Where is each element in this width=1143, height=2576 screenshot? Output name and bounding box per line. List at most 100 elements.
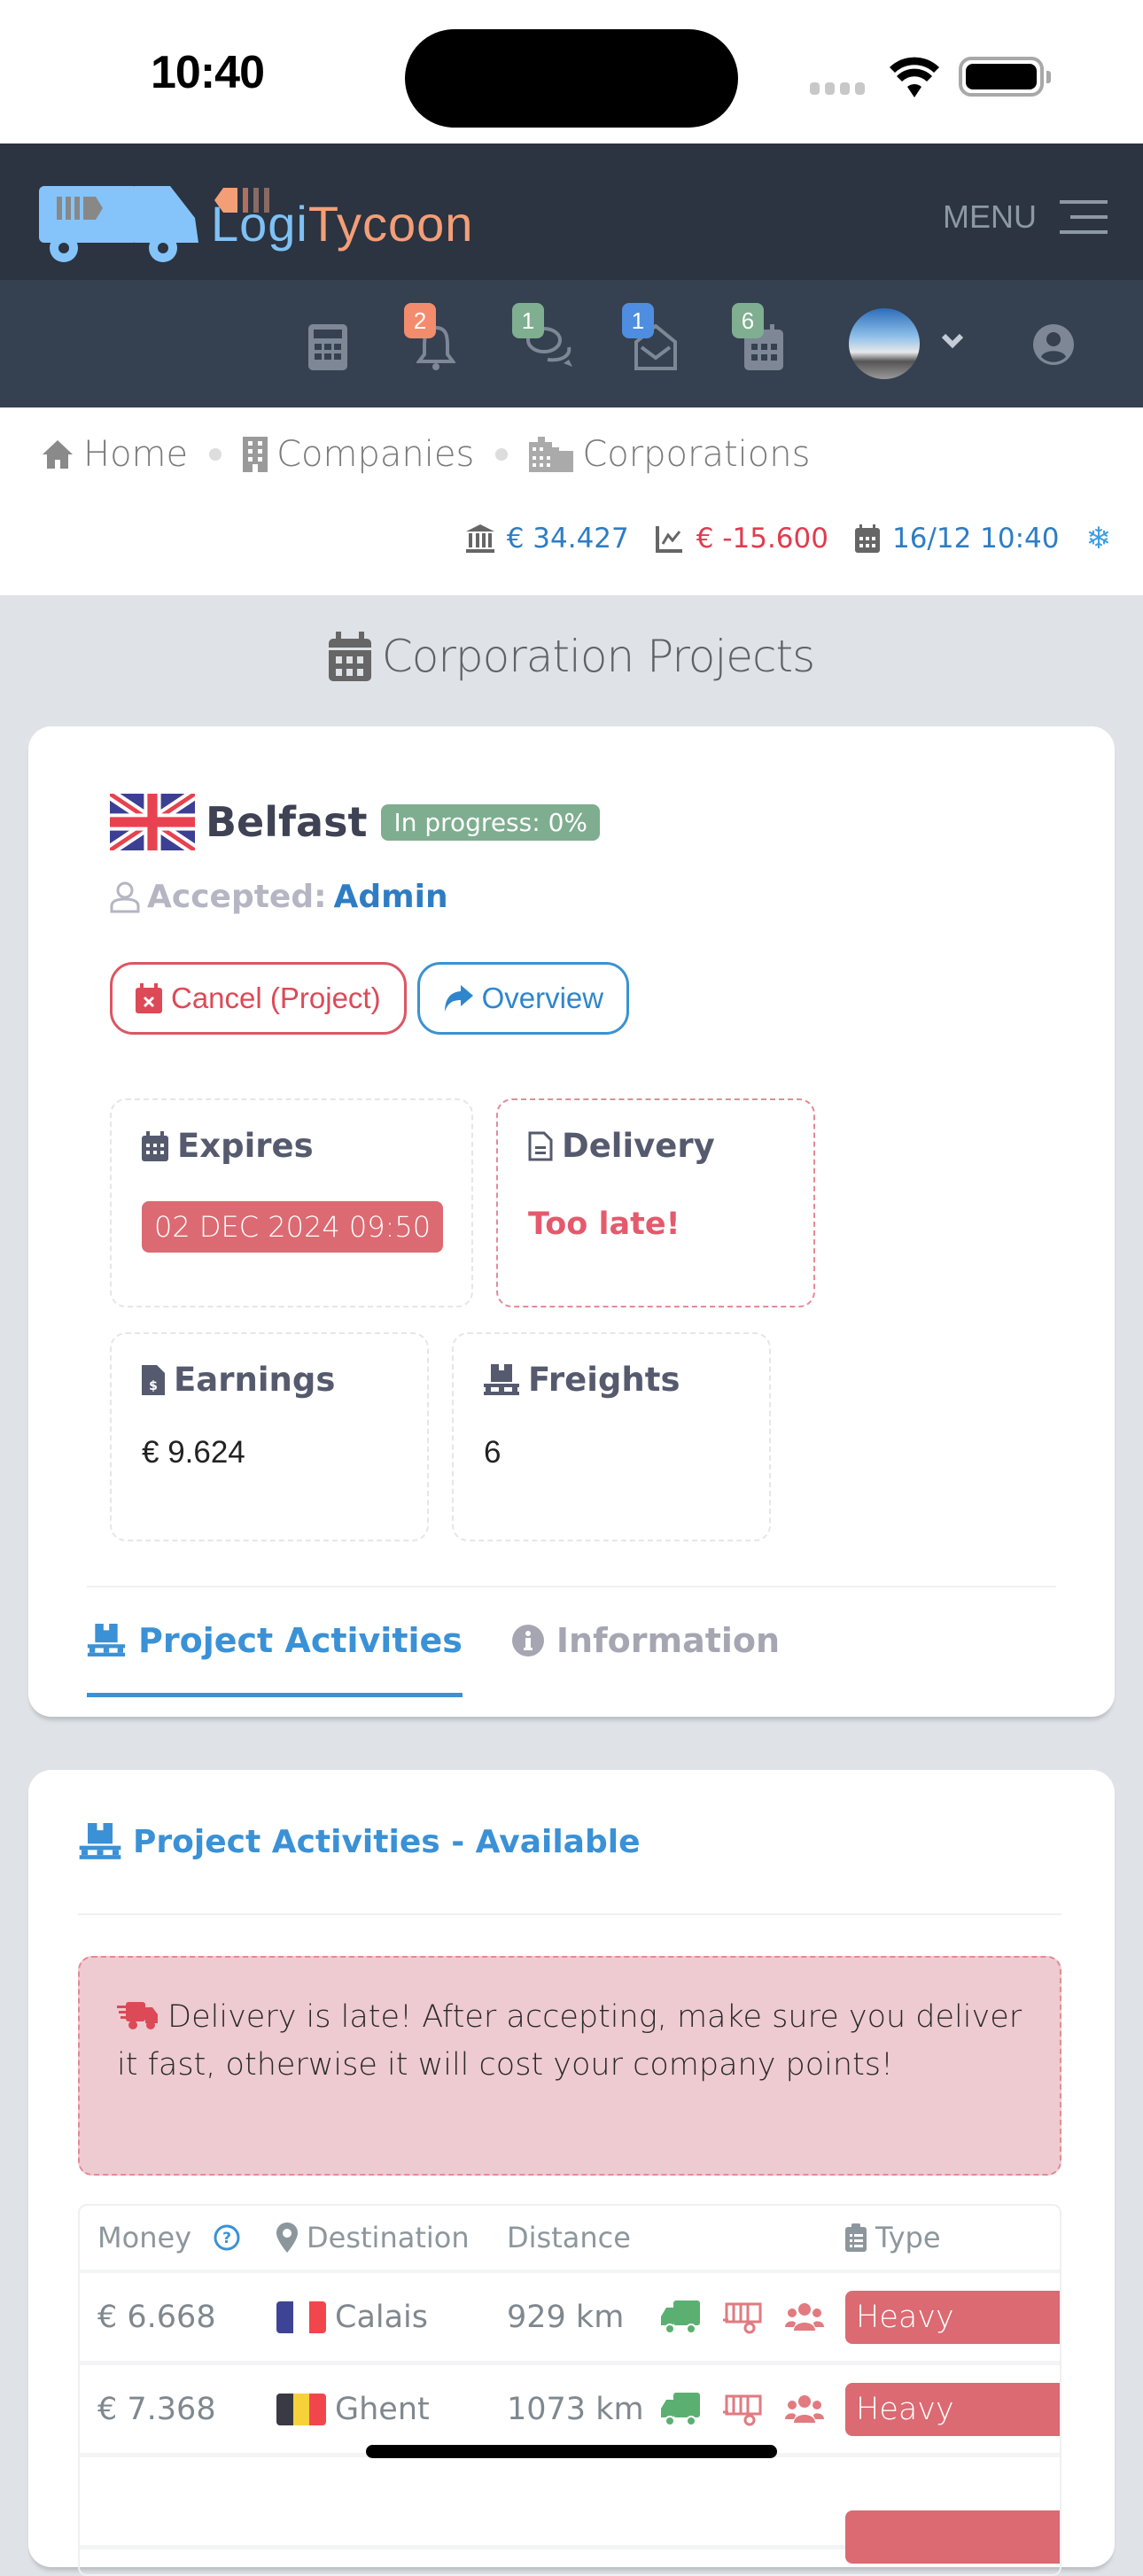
messages-button[interactable]: 1	[622, 303, 677, 374]
truck-icon	[661, 2300, 700, 2334]
breadcrumb: Home Companies Corporations	[41, 434, 810, 475]
info-circle-icon	[511, 1625, 544, 1657]
project-tabs: Project Activities Information	[87, 1621, 780, 1697]
expires-box: Expires 02 DEC 2024 09:50	[110, 1098, 473, 1307]
breadcrumb-separator	[209, 448, 222, 461]
top-navbar: LogiTycoon MENU	[0, 144, 1143, 280]
calendar-icon	[142, 1130, 168, 1161]
status-bar: 10:40	[0, 0, 1143, 144]
calculator-button[interactable]	[308, 324, 347, 374]
menu-button[interactable]: MENU	[943, 198, 1108, 236]
trailer-icon	[723, 2394, 762, 2425]
chart-line-icon	[655, 526, 682, 553]
freights-value: 6	[484, 1435, 502, 1470]
type-badge: Heavy	[845, 2290, 1060, 2344]
row-money: € 7.368	[97, 2391, 216, 2427]
truck-logo-icon[interactable]	[39, 182, 207, 264]
table-row[interactable]: € 6.668 Calais 929 km Heavy	[80, 2273, 1060, 2365]
help-circle-icon[interactable]: ?	[213, 2223, 241, 2252]
signal-icon	[810, 82, 865, 95]
type-badge: Heavy	[845, 2382, 1060, 2436]
dynamic-island	[405, 29, 738, 128]
breadcrumb-home[interactable]: Home	[41, 434, 188, 475]
table-row[interactable]	[80, 2457, 1060, 2564]
tab-information[interactable]: Information	[511, 1621, 780, 1697]
company-stats: € 34.427 € -15.600 16/12 10:40 ❄	[454, 521, 1111, 556]
earnings-box: $ Earnings € 9.624	[110, 1332, 429, 1541]
project-card: Belfast In progress: 0% Accepted: Admin …	[28, 726, 1115, 1717]
cancel-project-button[interactable]: Cancel (Project)	[110, 962, 407, 1035]
tab-project-activities[interactable]: Project Activities	[87, 1621, 463, 1697]
row-distance: 1073 km	[507, 2391, 644, 2427]
breadcrumb-companies[interactable]: Companies	[243, 434, 474, 475]
messages-badge: 1	[622, 303, 654, 338]
bank-icon	[465, 524, 494, 553]
truck-icon	[661, 2392, 700, 2426]
hamburger-icon	[1060, 200, 1108, 234]
pallet-box-icon	[484, 1363, 519, 1395]
svg-text:$: $	[149, 1379, 158, 1393]
breadcrumb-corporations[interactable]: Corporations	[529, 434, 810, 475]
chevron-down-icon[interactable]	[941, 333, 964, 349]
delivery-box: Delivery Too late!	[496, 1098, 815, 1307]
status-badge: In progress: 0%	[381, 803, 600, 841]
map-marker-icon	[276, 2223, 298, 2253]
table-row[interactable]: € 7.368 Ghent 1073 km Heavy	[80, 2365, 1060, 2457]
notifications-badge: 2	[404, 303, 436, 338]
company-avatar[interactable]	[849, 308, 920, 379]
calculator-icon	[308, 324, 347, 370]
building-icon	[243, 437, 268, 472]
divider	[87, 1586, 1056, 1587]
shipping-fast-icon	[117, 2002, 158, 2029]
user-circle-icon[interactable]	[1033, 324, 1074, 365]
chat-badge: 1	[512, 303, 544, 338]
city-icon	[529, 437, 574, 472]
expires-date-badge: 02 DEC 2024 09:50	[142, 1201, 444, 1253]
divider	[78, 1913, 1061, 1915]
profit-stat: € -15.600	[655, 523, 828, 555]
activities-table: Money ? Destination Distance Type € 6.66…	[78, 2204, 1061, 2576]
accepted-user-link[interactable]: Admin	[334, 879, 448, 915]
calendar-icon	[328, 632, 371, 681]
svg-text:?: ?	[222, 2230, 231, 2247]
delivery-status: Too late!	[528, 1207, 680, 1242]
row-destination: Calais	[335, 2299, 429, 2335]
user-icon	[110, 881, 140, 912]
calendar-button[interactable]: 6	[732, 303, 783, 374]
snowflake-icon: ❄	[1085, 521, 1112, 556]
file-icon	[528, 1131, 553, 1160]
logo-text[interactable]: LogiTycoon	[211, 195, 473, 252]
earnings-value: € 9.624	[142, 1435, 245, 1470]
balance-stat: € 34.427	[465, 523, 629, 555]
project-city: Belfast	[206, 798, 368, 846]
late-delivery-alert: Delivery is late! After accepting, make …	[78, 1956, 1061, 2176]
calendar-icon	[854, 524, 880, 553]
home-indicator[interactable]	[366, 2445, 777, 2458]
chat-button[interactable]: 1	[512, 303, 574, 374]
menu-label: MENU	[943, 198, 1037, 235]
pallet-box-icon	[79, 1823, 121, 1859]
freights-box: Freights 6	[452, 1332, 771, 1541]
belgium-flag-icon	[276, 2393, 326, 2425]
row-distance: 929 km	[507, 2299, 625, 2335]
pallet-box-icon	[87, 1624, 126, 1657]
invoice-dollar-icon: $	[142, 1364, 165, 1395]
overview-button[interactable]: Overview	[416, 962, 630, 1035]
wifi-icon	[890, 57, 939, 97]
calendar-badge: 6	[732, 303, 764, 338]
breadcrumb-separator	[495, 448, 509, 461]
notifications-button[interactable]: 2	[404, 303, 456, 374]
status-time: 10:40	[151, 47, 265, 98]
accepted-by: Accepted: Admin	[110, 879, 448, 915]
clipboard-list-icon	[845, 2223, 867, 2252]
row-money: € 6.668	[97, 2299, 216, 2335]
project-header: Belfast In progress: 0%	[110, 794, 600, 850]
home-icon	[43, 440, 73, 469]
calendar-x-icon	[136, 983, 162, 1013]
france-flag-icon	[276, 2301, 326, 2333]
page-title: Corporation Projects	[0, 631, 1143, 682]
toolbar: 2 1 1 6	[0, 280, 1143, 407]
battery-icon	[959, 57, 1051, 97]
datetime-stat: 16/12 10:40	[854, 523, 1060, 555]
type-badge	[845, 2510, 1060, 2564]
